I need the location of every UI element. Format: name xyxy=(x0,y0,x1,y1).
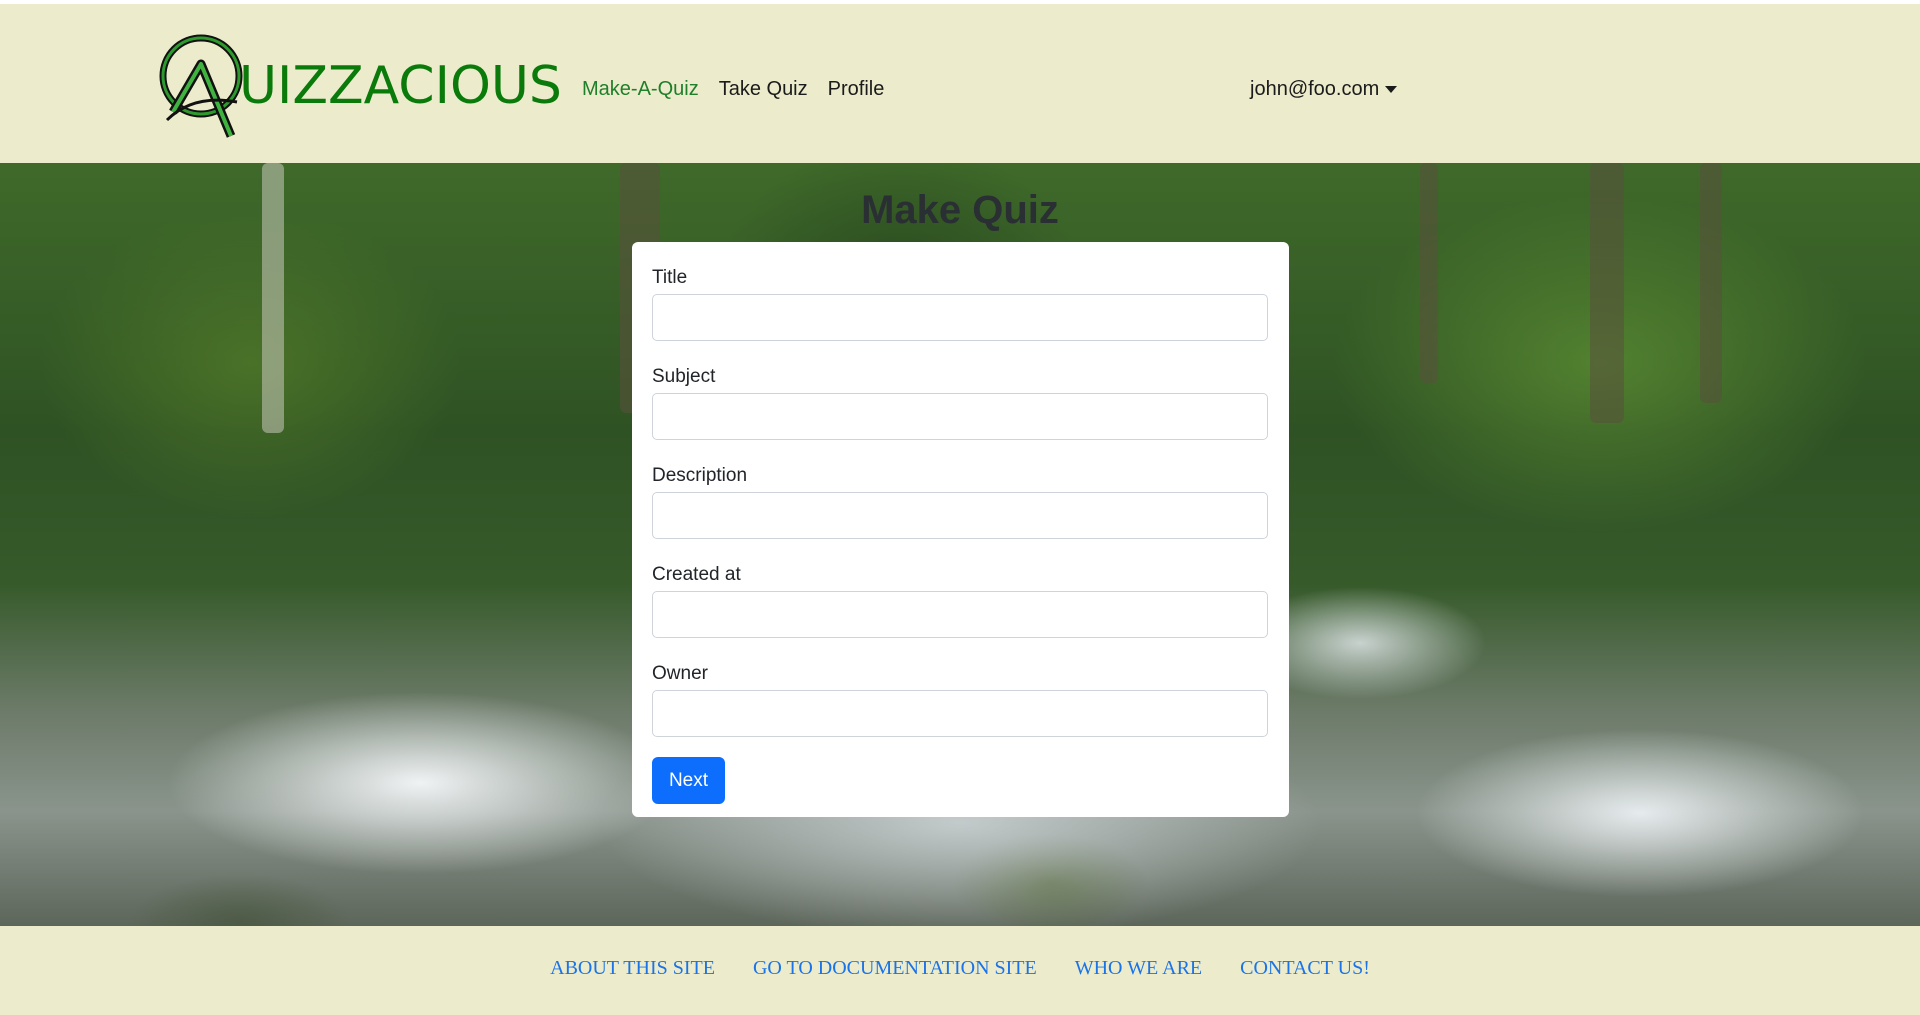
quizzacious-logo-icon xyxy=(159,34,243,138)
nav-take-quiz[interactable]: Take Quiz xyxy=(709,76,818,102)
owner-input[interactable] xyxy=(652,690,1268,737)
field-owner: Owner xyxy=(652,662,1269,737)
main-nav: Make-A-Quiz Take Quiz Profile xyxy=(572,76,894,102)
field-subject: Subject xyxy=(652,365,1269,440)
owner-label: Owner xyxy=(652,663,708,684)
field-description: Description xyxy=(652,464,1269,539)
field-created-at: Created at xyxy=(652,563,1269,638)
site-footer: ABOUT THIS SITE GO TO DOCUMENTATION SITE… xyxy=(0,926,1920,1015)
description-label: Description xyxy=(652,465,748,486)
caret-down-icon xyxy=(1385,85,1398,93)
footer-link-who-we-are[interactable]: WHO WE ARE xyxy=(1075,957,1202,980)
subject-label: Subject xyxy=(652,366,716,387)
title-input[interactable] xyxy=(652,294,1268,341)
page-title: Make Quiz xyxy=(861,188,1059,232)
field-title: Title xyxy=(652,266,1269,341)
subject-input[interactable] xyxy=(652,393,1268,440)
site-header: UIZZACIOUS Make-A-Quiz Take Quiz Profile… xyxy=(0,4,1920,163)
brand-logo[interactable]: UIZZACIOUS xyxy=(153,24,562,144)
footer-link-about[interactable]: ABOUT THIS SITE xyxy=(550,957,715,980)
next-button[interactable]: Next xyxy=(652,757,725,804)
user-email: john@foo.com xyxy=(1250,78,1380,100)
footer-link-documentation[interactable]: GO TO DOCUMENTATION SITE xyxy=(753,957,1037,980)
nav-profile[interactable]: Profile xyxy=(818,76,895,102)
footer-link-contact[interactable]: CONTACT US! xyxy=(1240,957,1370,980)
created-at-label: Created at xyxy=(652,564,741,585)
title-label: Title xyxy=(652,267,688,288)
nav-make-a-quiz[interactable]: Make-A-Quiz xyxy=(572,76,709,102)
user-menu-dropdown[interactable]: john@foo.com xyxy=(1250,76,1398,102)
created-at-input[interactable] xyxy=(652,591,1268,638)
make-quiz-form: Title Subject Description Created at Own… xyxy=(632,242,1289,817)
brand-name: UIZZACIOUS xyxy=(239,56,562,116)
description-input[interactable] xyxy=(652,492,1268,539)
